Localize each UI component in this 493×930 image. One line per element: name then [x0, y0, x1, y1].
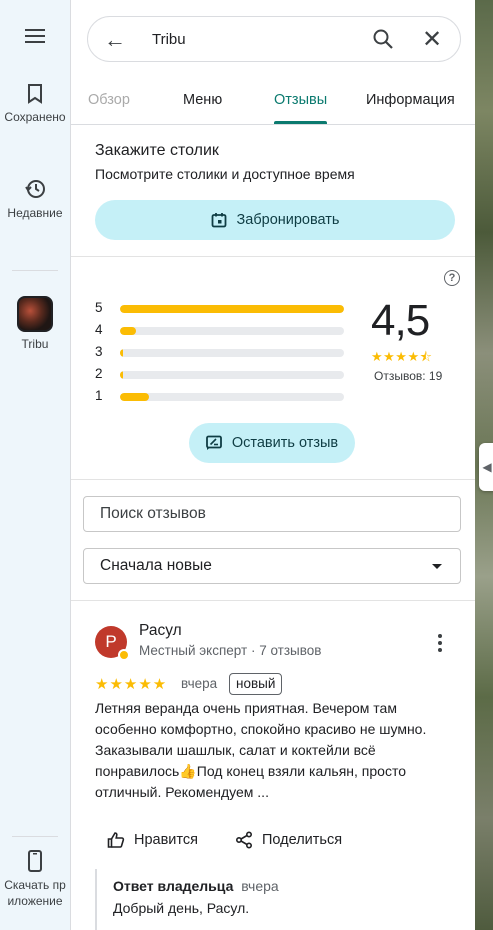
rating-bar-track — [120, 305, 344, 313]
share-label: Поделиться — [262, 832, 343, 848]
rail-divider — [12, 836, 58, 837]
download-app-button[interactable]: Скачать приложение — [0, 850, 70, 909]
rating-bar-track — [120, 371, 344, 379]
bookmark-icon — [28, 84, 42, 104]
like-button[interactable]: Нравится — [107, 831, 198, 849]
review-author-meta: Местный эксперт · 7 отзывов — [139, 643, 322, 658]
avatar-letter: Р — [105, 632, 117, 651]
collapse-panel-button[interactable]: ◀ — [479, 443, 493, 491]
tab-info[interactable]: Информация — [366, 92, 455, 108]
history-icon — [25, 180, 45, 198]
rating-bar-fill — [120, 393, 150, 401]
sort-select[interactable]: Сначала новые — [83, 548, 461, 584]
menu-button[interactable] — [0, 28, 70, 49]
rating-bar-fill — [120, 305, 344, 313]
download-label: Скачать приложение — [4, 878, 66, 908]
tab-overview[interactable]: Обзор — [88, 92, 130, 108]
search-box[interactable]: ← Tribu ✕ — [87, 16, 461, 62]
rating-bar-star: 3 — [95, 344, 103, 359]
tab-menu[interactable]: Меню — [183, 92, 222, 108]
share-icon — [235, 831, 253, 849]
rating-bar-row: 2 — [95, 366, 355, 382]
help-icon[interactable]: ? — [444, 270, 460, 286]
avatar[interactable]: Р — [95, 626, 130, 661]
tab-reviews[interactable]: Отзывы — [274, 92, 327, 108]
close-icon[interactable]: ✕ — [422, 25, 442, 54]
reserve-button[interactable]: Забронировать — [95, 200, 455, 240]
chevron-left-icon: ◀ — [482, 460, 492, 474]
share-button[interactable]: Поделиться — [235, 831, 342, 849]
write-review-label: Оставить отзыв — [231, 435, 339, 451]
rating-bar-fill — [120, 371, 124, 379]
review-stars: ★★★★★ — [95, 676, 168, 693]
owner-reply-title: Ответ владельца вчера — [113, 878, 279, 894]
recent-button[interactable]: Недавние — [0, 178, 70, 221]
rate-review-icon — [205, 435, 222, 450]
place-shortcut[interactable]: Tribu — [0, 296, 70, 352]
map-view[interactable]: ◀ — [475, 0, 493, 930]
phone-icon — [28, 850, 42, 872]
rating-bar-fill — [120, 327, 136, 335]
search-query[interactable]: Tribu — [152, 31, 186, 48]
review-author[interactable]: Расул — [139, 622, 182, 640]
dropdown-arrow-icon — [432, 564, 442, 569]
section-divider — [71, 479, 475, 480]
owner-reply-date: вчера — [241, 878, 279, 894]
review-date: вчера — [181, 676, 218, 691]
owner-reply-text: Добрый день, Расул. — [113, 900, 250, 916]
calendar-icon — [211, 213, 226, 228]
reviews-count: Отзывов: 19 — [374, 369, 443, 383]
rating-bar-row: 3 — [95, 344, 355, 360]
owner-reply-label: Ответ владельца — [113, 878, 234, 894]
saved-label: Сохранено — [4, 110, 66, 124]
back-arrow-icon[interactable]: ← — [104, 27, 126, 53]
rating-bar-star: 2 — [95, 366, 103, 381]
section-divider — [71, 600, 475, 601]
place-label: Tribu — [21, 337, 49, 351]
section-divider — [71, 256, 475, 257]
active-tab-indicator — [274, 121, 327, 124]
average-stars: ★★★★⯪ — [371, 349, 433, 364]
menu-icon — [25, 29, 45, 43]
rail-divider — [12, 270, 58, 271]
write-review-button[interactable]: Оставить отзыв — [189, 423, 355, 463]
search-icon[interactable] — [372, 28, 394, 50]
side-rail: Сохранено Недавние Tribu Скачать приложе… — [0, 0, 71, 930]
rating-bar-track — [120, 327, 344, 335]
like-label: Нравится — [134, 832, 198, 848]
recent-label: Недавние — [7, 206, 63, 220]
rating-bar-star: 5 — [95, 300, 103, 315]
new-badge: новый — [229, 673, 283, 695]
review-text: Летняя веранда очень приятная. Вечером т… — [95, 700, 427, 800]
rating-bar-fill — [120, 349, 124, 357]
rating-bar-row: 5 — [95, 300, 355, 316]
rating-bar-track — [120, 349, 344, 357]
owner-reply: Ответ владельца вчера Добрый день, Расул… — [95, 869, 279, 930]
review-search-input[interactable]: Поиск отзывов — [83, 496, 461, 532]
rating-bar-star: 1 — [95, 388, 103, 403]
average-rating: 4,5 — [371, 296, 430, 345]
place-thumbnail — [17, 296, 53, 332]
rating-bar-track — [120, 393, 344, 401]
place-panel: ← Tribu ✕ Обзор Меню Отзывы Информация З… — [71, 0, 475, 930]
rating-bar-row: 4 — [95, 322, 355, 338]
reserve-title: Закажите столик — [95, 142, 219, 159]
tab-bar: Обзор Меню Отзывы Информация — [71, 78, 475, 125]
reserve-button-label: Забронировать — [236, 212, 340, 228]
local-guide-badge-icon — [118, 649, 130, 661]
rating-bar-star: 4 — [95, 322, 103, 337]
reserve-subtitle: Посмотрите столики и доступное время — [95, 166, 355, 182]
sort-selected-value: Сначала новые — [100, 557, 212, 574]
rating-bar-row: 1 — [95, 388, 355, 404]
saved-button[interactable]: Сохранено — [0, 84, 70, 125]
more-options-icon[interactable] — [435, 634, 445, 655]
thumb-up-icon — [107, 832, 125, 848]
